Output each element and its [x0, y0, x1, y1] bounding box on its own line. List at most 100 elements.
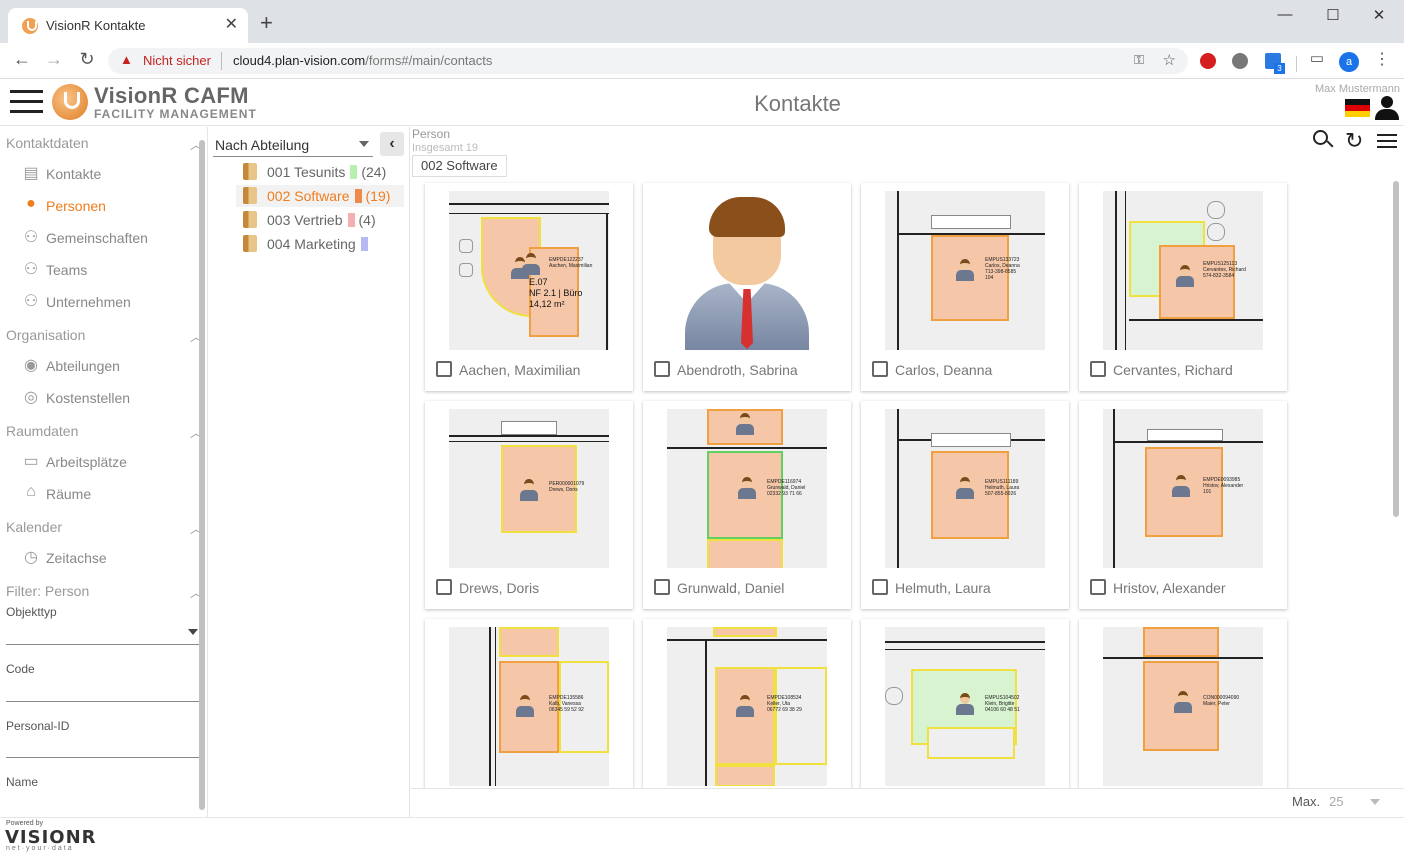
german-flag-icon[interactable] — [1345, 99, 1370, 117]
person-name: Cervantes, Richard — [1113, 362, 1233, 378]
code-input[interactable] — [6, 677, 203, 701]
reload-icon[interactable]: ↻ — [75, 49, 99, 70]
address-bar[interactable]: ▲ Nicht sicher cloud4.plan-vision.com/fo… — [108, 48, 1188, 74]
color-swatch — [347, 213, 355, 227]
new-tab-icon[interactable]: + — [260, 12, 273, 34]
toolbar-divider — [1296, 56, 1297, 72]
sidebar-item-personen[interactable]: ● Personen — [20, 195, 190, 219]
sidebar-item-raeume[interactable]: ⌂ Räume — [20, 483, 190, 507]
hamburger-menu-icon[interactable] — [10, 90, 43, 114]
name-input[interactable] — [6, 789, 203, 813]
dropdown-arrow-icon[interactable] — [1370, 799, 1380, 805]
user-account-icon[interactable] — [1374, 96, 1400, 120]
entity-label: Person — [412, 127, 451, 141]
omnibox-divider — [221, 52, 222, 70]
sidebar-item-kontakte[interactable]: ▤ Kontakte — [20, 163, 190, 187]
person-card[interactable]: Abendroth, Sabrina — [643, 183, 851, 391]
sidebar-item-label: Räume — [46, 486, 92, 502]
sidebar-item-gemeinschaften[interactable]: ⚇ Gemeinschaften — [20, 227, 190, 251]
select-checkbox[interactable] — [654, 579, 670, 595]
person-card[interactable]: CON000094090 Maier, Peter — [1079, 619, 1287, 788]
person-name: Abendroth, Sabrina — [677, 362, 798, 378]
person-card[interactable]: EMPUS104502 Klein, Brigitte 04106 60 48 51 — [861, 619, 1069, 788]
tree-node-tesunits[interactable]: 001 Tesunits (24) — [236, 161, 404, 183]
tree-node-vertrieb[interactable]: 003 Vertrieb (4) — [236, 209, 404, 231]
card-room: 101 — [1203, 489, 1212, 495]
select-checkbox[interactable] — [654, 361, 670, 377]
sidebar-item-label: Teams — [46, 262, 88, 278]
tree-node-software[interactable]: 002 Software (19) — [236, 185, 404, 207]
section-raumdaten[interactable]: Raumdaten — [6, 423, 78, 439]
person-card[interactable]: EMPUS133723 Carlos, Deanna 713-398-8585 104… — [861, 183, 1069, 391]
card-room: 104 — [985, 275, 994, 281]
section-kalender[interactable]: Kalender — [6, 519, 62, 535]
minimize-icon[interactable]: — — [1270, 6, 1300, 23]
refresh-icon[interactable]: ↻ — [1345, 128, 1363, 154]
content-scrollbar[interactable] — [1393, 181, 1399, 517]
person-icon: ● — [26, 195, 36, 212]
building-icon — [243, 235, 257, 252]
filter-objekttyp-label: Objekttyp — [6, 605, 57, 619]
max-results-select[interactable]: 25 — [1329, 794, 1343, 809]
dropdown-arrow-icon[interactable] — [188, 629, 198, 635]
select-checkbox[interactable] — [1090, 361, 1106, 377]
tree-node-label: 001 Tesunits — [267, 164, 346, 180]
filter-title[interactable]: Filter: Person — [6, 583, 89, 599]
url-text[interactable]: cloud4.plan-vision.com/forms#/main/conta… — [233, 53, 492, 68]
person-name: Drews, Doris — [459, 580, 540, 596]
cast-icon[interactable]: ▭ — [1305, 49, 1329, 67]
profile-avatar[interactable]: a — [1339, 52, 1359, 72]
card-detail: Drews, Doris — [549, 487, 578, 493]
select-checkbox[interactable] — [436, 361, 452, 377]
tree-node-marketing[interactable]: 004 Marketing — [236, 233, 404, 255]
select-checkbox[interactable] — [1090, 579, 1106, 595]
section-kontaktdaten[interactable]: Kontaktdaten — [6, 135, 89, 151]
group-by-select[interactable]: Nach Abteilung — [213, 131, 373, 157]
sidebar-item-zeitachse[interactable]: ◷ Zeitachse — [20, 547, 190, 571]
filter-chip[interactable]: 002 Software — [412, 155, 507, 177]
tab-title: VisionR Kontakte — [46, 18, 146, 33]
floorplan-thumbnail: EMPDE0093985 Hristov, Alexander 101 — [1103, 409, 1263, 568]
person-card[interactable]: EMPDE108534 Keller, Uta 06772 69 38 29 — [643, 619, 851, 788]
browser-tab[interactable]: VisionR Kontakte ✕ — [8, 8, 248, 43]
person-card[interactable]: EMPDE116974 Grunwald, Daniel 02332 93 71 6… — [643, 401, 851, 609]
sidebar-item-kostenstellen[interactable]: ◎ Kostenstellen — [20, 387, 190, 411]
key-icon[interactable]: ⚿ — [1134, 52, 1144, 68]
security-label[interactable]: Nicht sicher — [143, 53, 211, 68]
select-checkbox[interactable] — [872, 361, 888, 377]
url-host: cloud4.plan-vision.com — [233, 53, 366, 68]
sidebar-item-teams[interactable]: ⚇ Teams — [20, 259, 190, 283]
personal-id-input[interactable] — [6, 733, 203, 757]
browser-menu-icon[interactable]: ⋮ — [1370, 49, 1394, 69]
extension-icon[interactable] — [1232, 53, 1248, 69]
list-menu-icon[interactable] — [1377, 134, 1397, 149]
sidebar-item-abteilungen[interactable]: ◉ Abteilungen — [20, 355, 190, 379]
floorplan-thumbnail: EMPDE116974 Grunwald, Daniel 02332 93 71 6… — [667, 409, 827, 568]
adblock-extension-icon[interactable] — [1200, 53, 1216, 69]
person-card[interactable]: EMPDE135586 Kalb, Vanessa 06345 59 52 92 — [425, 619, 633, 788]
browser-tabstrip: VisionR Kontakte ✕ + — ☐ ✕ — [0, 0, 1404, 43]
select-checkbox[interactable] — [436, 579, 452, 595]
window-close-icon[interactable]: ✕ — [1364, 6, 1394, 24]
objekttyp-select[interactable] — [6, 619, 203, 645]
select-checkbox[interactable] — [872, 579, 888, 595]
floorplan-thumbnail: EMPUS133723 Carlos, Deanna 713-398-8585 104 — [885, 191, 1045, 350]
person-card[interactable]: EMPUS125113 Cervantes, Richard 574-832-358… — [1079, 183, 1287, 391]
person-card[interactable]: EMPUS111189 Helmuth, Laura 507-855-8926 He… — [861, 401, 1069, 609]
sidebar-item-label: Kostenstellen — [46, 390, 131, 406]
person-card[interactable]: EMPDE0093985 Hristov, Alexander 101 Hristo… — [1079, 401, 1287, 609]
sidebar-item-unternehmen[interactable]: ⚇ Unternehmen — [20, 291, 190, 315]
brand-title: VisionR CAFM — [94, 83, 249, 108]
person-card[interactable]: EMPDE122237 Aachen, Maximilian E.07 NF 2.1… — [425, 183, 633, 391]
sidebar-scrollbar[interactable] — [199, 140, 205, 810]
forward-icon[interactable]: → — [42, 49, 66, 70]
section-organisation[interactable]: Organisation — [6, 327, 85, 343]
person-card[interactable]: PER000001079 Drews, Doris Drews, Doris — [425, 401, 633, 609]
bookmark-star-icon[interactable]: ☆ — [1163, 51, 1176, 69]
collapse-panel-button[interactable]: ‹ — [380, 132, 404, 156]
sidebar-item-arbeitsplaetze[interactable]: ▭ Arbeitsplätze — [20, 451, 190, 475]
search-icon[interactable] — [1313, 130, 1334, 148]
back-icon[interactable]: ← — [10, 49, 34, 70]
maximize-icon[interactable]: ☐ — [1318, 6, 1348, 24]
tab-close-icon[interactable]: ✕ — [225, 14, 238, 34]
